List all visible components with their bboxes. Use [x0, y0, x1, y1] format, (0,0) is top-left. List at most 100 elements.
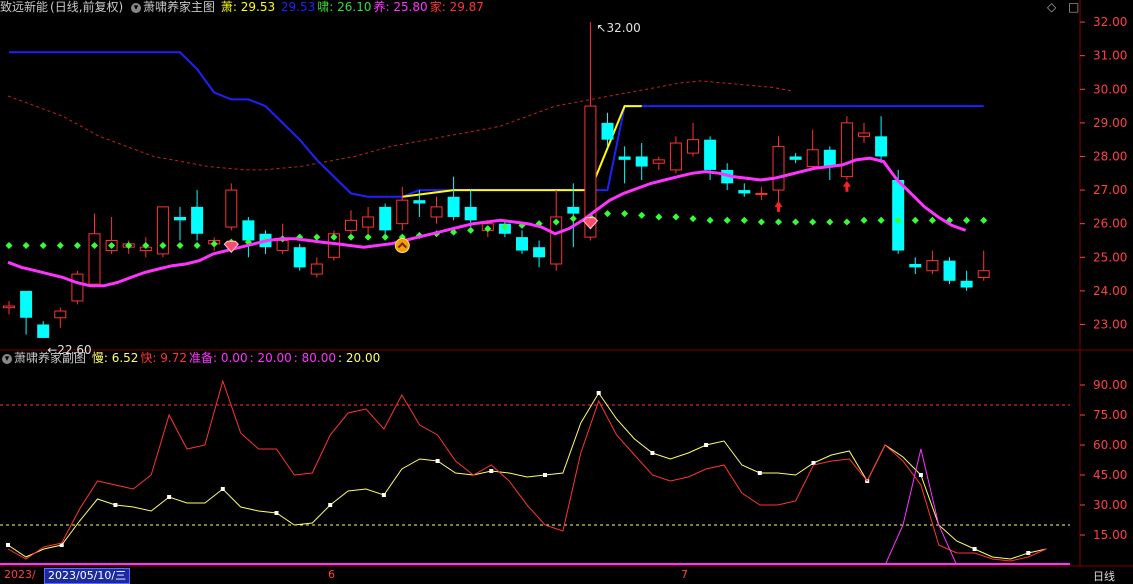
sub-chart-header: ▾ 萧啸养家副图 慢: 6.52 快: 9.72 准备: 0.00: 20.00: 8… [0, 351, 384, 365]
sub-series-marker [489, 469, 494, 473]
candle-body [687, 139, 699, 154]
candle-body [379, 206, 392, 231]
candle [71, 270, 84, 305]
candle [687, 122, 699, 157]
candle-body [840, 122, 853, 178]
sub-tick-label: 75.00 [1093, 408, 1127, 422]
window-icon[interactable]: □ [1068, 0, 1079, 14]
candle [755, 186, 768, 201]
diamond-icon[interactable]: ◇ [1047, 0, 1056, 14]
candle [977, 250, 990, 281]
candle-body [789, 156, 802, 160]
candle-body [430, 206, 443, 218]
main-value-4: 家: 29.87 [429, 0, 484, 14]
candle-body [755, 192, 768, 195]
price-axis: 23.00 24.00 25.00 26.00 27.00 28.00 29.00 30.00… [1080, 15, 1127, 542]
candle [88, 213, 101, 288]
candle-body [909, 264, 922, 268]
candle-body [293, 247, 306, 268]
candle-body [516, 237, 528, 251]
candle-body [977, 270, 990, 278]
main-chart[interactable]: ↖32.00←22.60 [3, 21, 990, 357]
candle [909, 257, 922, 275]
sub-series-marker [918, 473, 923, 477]
sub-chart[interactable] [0, 379, 1070, 566]
green-dot [740, 216, 748, 224]
chart-canvas[interactable]: ↖32.00←22.60 23.00 24.00 25.00 26.00 27.00 28… [0, 0, 1133, 584]
candle-body [669, 142, 682, 171]
sub-value-3: : 20.00 [249, 351, 292, 365]
candle [156, 206, 169, 258]
green-dot [963, 216, 971, 224]
green-dot [193, 241, 201, 250]
green-dot [706, 216, 714, 224]
candle [54, 307, 67, 328]
candle-body [704, 139, 717, 170]
candle [601, 112, 614, 147]
green-dot [774, 218, 783, 226]
main-indicator-name[interactable]: 萧啸养家主图 [143, 0, 215, 14]
candle-body [464, 206, 477, 221]
sub-series-marker [6, 543, 10, 547]
candle-body [858, 132, 870, 137]
green-dot [638, 211, 646, 219]
green-dot [809, 218, 817, 226]
candle [806, 129, 819, 170]
green-dot [347, 233, 355, 241]
candle-body [652, 159, 665, 164]
sub-tick-label: 60.00 [1093, 438, 1127, 452]
price-tick-label: 26.00 [1093, 217, 1127, 231]
candle-body [345, 219, 357, 231]
sub-value-2: 准备: 0.00 [189, 351, 248, 365]
candle [943, 257, 956, 285]
indicator-menu-icon[interactable]: ▾ [131, 2, 142, 13]
price-tick-label: 24.00 [1093, 284, 1127, 298]
green-dot [176, 241, 184, 250]
candle [430, 196, 443, 224]
main-value-0: 萧: 29.53 [220, 0, 276, 14]
candle-body [396, 199, 409, 225]
sub-series-marker [1026, 551, 1031, 555]
price-tick-label: 32.00 [1093, 15, 1127, 29]
sub-series-marker [704, 443, 709, 447]
sub-indicator-name[interactable]: 萧啸养家副图 [14, 351, 86, 365]
green-dot [911, 216, 919, 224]
green-dot [56, 241, 64, 250]
up-arrow-icon [774, 200, 783, 212]
candle [396, 186, 409, 231]
candle-body [823, 149, 836, 167]
period-label[interactable]: 日线 [1093, 568, 1115, 584]
candle-body [71, 273, 84, 302]
sub-indicator-menu-icon[interactable]: ▾ [2, 353, 12, 364]
candle [533, 240, 546, 268]
price-annotation: ↖32.00 [596, 21, 640, 35]
sub-series-marker [274, 511, 279, 515]
main-value-2: 啸: 26.10 [317, 0, 372, 14]
candle-body [533, 247, 546, 258]
price-tick-label: 27.00 [1093, 183, 1127, 197]
candle-body [772, 145, 785, 191]
sub-series-marker [543, 473, 547, 477]
candle-body [892, 180, 905, 251]
candle [225, 183, 238, 231]
time-axis: 2023/ 6 7 [0, 567, 1133, 584]
green-dot [467, 226, 475, 234]
stock-name[interactable]: 致远新能 [0, 0, 48, 14]
price-tick-label: 23.00 [1093, 317, 1127, 331]
candle-body [413, 200, 426, 204]
green-dot [672, 213, 680, 221]
main-indicator-values: 萧: 29.53 29.53 啸: 26.10 养: 25.80 家: 29.87 [221, 0, 486, 14]
candle-body [447, 196, 460, 217]
candle [3, 300, 15, 315]
green-dot [381, 233, 389, 241]
candle-body [310, 263, 323, 275]
green-dot [723, 216, 731, 224]
candle [362, 206, 375, 234]
green-dot [313, 233, 321, 241]
candle [516, 230, 528, 254]
sub-series-marker [972, 547, 977, 551]
candle-body [926, 260, 939, 272]
green-dot [569, 215, 577, 223]
candle [669, 136, 682, 174]
sub-tick-label: 90.00 [1093, 378, 1127, 392]
